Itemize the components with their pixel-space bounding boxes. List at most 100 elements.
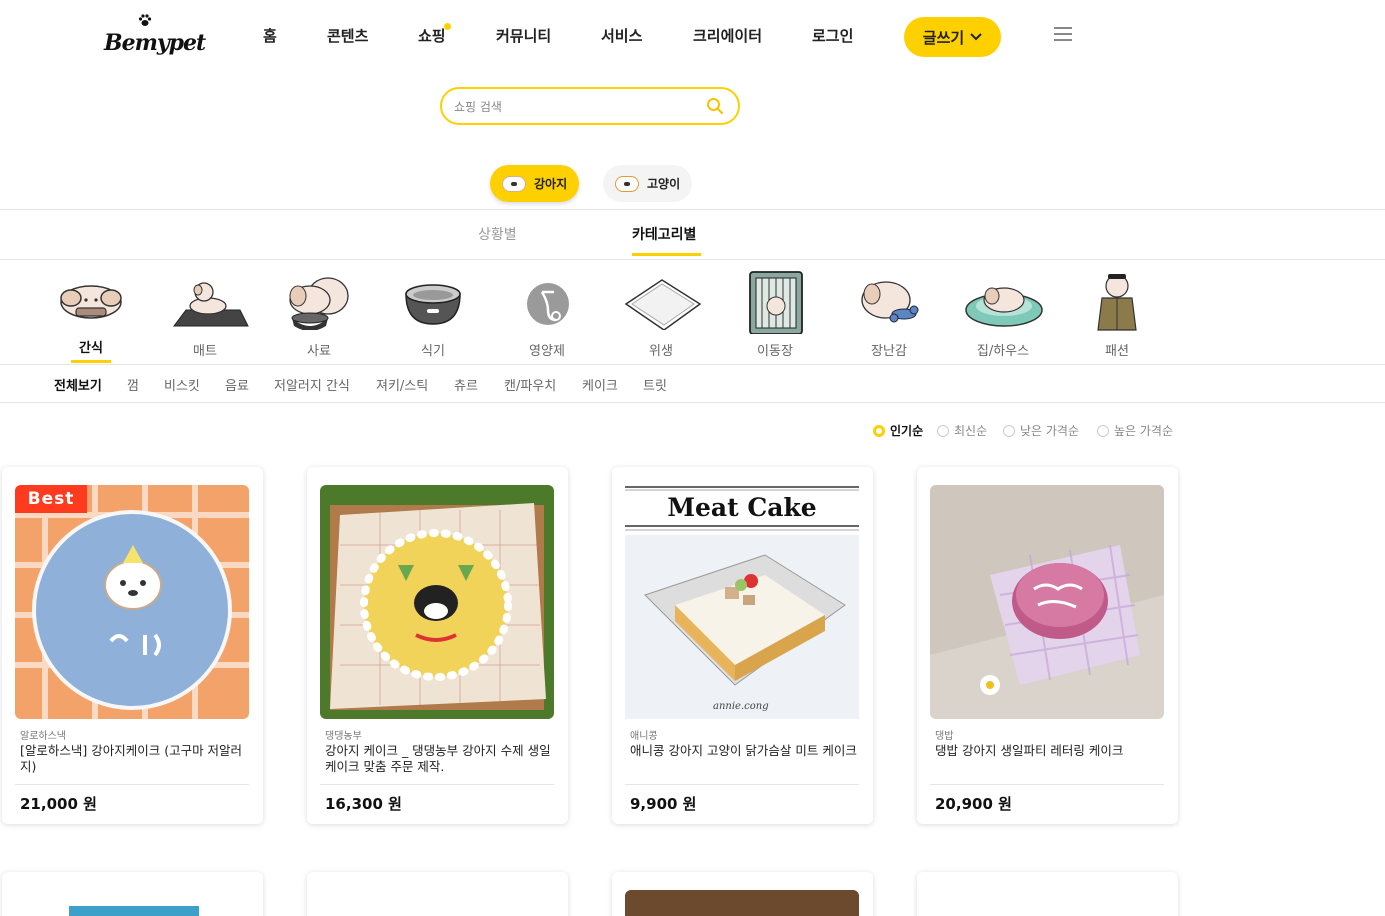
product-card[interactable]: 댕밥 댕밥 강아지 생일파티 레터링 케이크 20,900 원 (917, 467, 1178, 824)
product-card[interactable] (917, 872, 1178, 916)
category-label: 영양제 (529, 344, 565, 359)
category-label: 패션 (1105, 344, 1129, 359)
tab-by-situation[interactable]: 상황별 (478, 224, 517, 244)
image-caption: Meat Cake (667, 493, 817, 522)
category-label: 간식 (79, 341, 103, 356)
nav-service[interactable]: 서비스 (601, 25, 642, 46)
product-image (930, 485, 1164, 719)
category-house[interactable]: 집/하우스 (958, 270, 1048, 360)
subcategory-all[interactable]: 전체보기 (54, 375, 102, 394)
bowl-icon (405, 284, 461, 325)
divider (15, 784, 249, 785)
paw-icon (138, 14, 152, 26)
search-icon[interactable] (706, 97, 724, 115)
subcategory-low-allergy[interactable]: 저알러지 간식 (274, 375, 350, 394)
subcategory-drink[interactable]: 음료 (225, 375, 249, 394)
house-cushion-icon (965, 287, 1043, 327)
pet-type-cat-label: 고양이 (647, 177, 681, 191)
nav-shopping[interactable]: 쇼핑 (418, 23, 451, 46)
pee-pad-icon (624, 279, 702, 330)
product-title: 댕밥 강아지 생일파티 레터링 케이크 (935, 743, 1124, 758)
product-card[interactable] (307, 872, 568, 916)
divider (0, 209, 1385, 210)
food-bowl-dog-icon (289, 277, 349, 330)
nav-home[interactable]: 홈 (263, 25, 277, 46)
subcategory-gum[interactable]: 껌 (127, 375, 139, 394)
category-mat[interactable]: 매트 (160, 270, 250, 360)
subcategory-churu[interactable]: 츄르 (454, 375, 478, 394)
cat-face-icon (615, 175, 639, 192)
nav-login[interactable]: 로그인 (812, 25, 853, 46)
product-image (69, 906, 199, 916)
snack-dog-icon (60, 285, 122, 319)
category-bowl[interactable]: 식기 (388, 270, 478, 360)
category-supplement[interactable]: 영양제 (502, 270, 592, 360)
nav-creator[interactable]: 크리에이터 (693, 25, 762, 46)
radio-icon (937, 424, 949, 437)
hamburger-menu-icon[interactable] (1054, 27, 1072, 41)
subcategory-can-pouch[interactable]: 캔/파우치 (504, 375, 556, 394)
product-price: 16,300 원 (325, 795, 402, 813)
search-box (440, 87, 740, 125)
category-fashion[interactable]: 패션 (1072, 270, 1162, 360)
divider (0, 364, 1385, 365)
search-input[interactable] (454, 97, 694, 117)
image-signature: annie.cong (713, 701, 769, 712)
sort-label: 최신순 (954, 424, 988, 438)
sort-newest[interactable]: 최신순 (937, 422, 987, 439)
category-label: 장난감 (871, 344, 907, 359)
product-card[interactable] (612, 872, 873, 916)
active-tab-underline (632, 253, 701, 256)
pet-type-dog[interactable]: 강아지 (490, 165, 580, 202)
product-card[interactable]: Best 알로하스낵 [알로하스낵] 강아지케이크 (고구마 저알러지) 21,… (2, 467, 263, 824)
radio-icon (1003, 424, 1015, 437)
product-title: 강아지 케이크 _ 댕댕농부 강아지 수제 생일 케이크 맞춤 주문 제작. (325, 743, 551, 774)
radio-icon (873, 424, 885, 437)
new-dot (443, 23, 451, 30)
write-button-label: 글쓰기 (922, 28, 965, 47)
sort-label: 인기순 (890, 424, 924, 438)
product-card[interactable]: 댕댕농부 강아지 케이크 _ 댕댕농부 강아지 수제 생일 케이크 맞춤 주문 … (307, 467, 568, 824)
subcategory-cake[interactable]: 케이크 (582, 375, 618, 394)
subcategory-jerky[interactable]: 져키/스틱 (376, 375, 428, 394)
logo-text: Bemypet (104, 30, 206, 56)
category-hygiene[interactable]: 위생 (616, 270, 706, 360)
product-seller: 애니콩 (630, 731, 658, 742)
product-seller: 알로하스낵 (20, 731, 66, 742)
tab-by-category[interactable]: 카테고리별 (632, 224, 696, 244)
sort-popular[interactable]: 인기순 (873, 422, 923, 439)
category-carrier[interactable]: 이동장 (730, 270, 820, 360)
product-price: 9,900 원 (630, 795, 697, 813)
nav-community[interactable]: 커뮤니티 (496, 25, 551, 46)
fashion-icon (1097, 274, 1137, 331)
product-price: 21,000 원 (20, 795, 97, 813)
mat-icon (173, 282, 249, 327)
active-category-underline (71, 360, 111, 363)
category-label: 식기 (421, 344, 445, 359)
dog-face-icon (502, 175, 526, 192)
pet-type-dog-label: 강아지 (534, 177, 568, 191)
sort-low-price[interactable]: 낮은 가격순 (1003, 422, 1079, 439)
divider (320, 784, 554, 785)
category-label: 사료 (307, 344, 331, 359)
write-button[interactable]: 글쓰기 (904, 17, 1001, 57)
logo[interactable]: Bemypet (104, 14, 206, 64)
supplement-icon (527, 283, 569, 325)
nav-contents[interactable]: 콘텐츠 (327, 25, 368, 46)
product-card[interactable] (2, 872, 263, 916)
category-food[interactable]: 사료 (274, 270, 364, 360)
category-toy[interactable]: 장난감 (844, 270, 934, 360)
pet-type-cat[interactable]: 고양이 (603, 165, 693, 202)
category-snack[interactable]: 간식 (46, 270, 136, 360)
subcategory-biscuit[interactable]: 비스킷 (164, 375, 200, 394)
sort-label: 높은 가격순 (1114, 424, 1174, 438)
category-label: 이동장 (757, 344, 793, 359)
subcategory-treat[interactable]: 트릿 (643, 375, 667, 394)
product-image (625, 890, 859, 916)
divider (0, 402, 1385, 403)
product-card[interactable]: Meat Cake annie.cong 애니콩 애니콩 강아지 고양이 닭가슴… (612, 467, 873, 824)
toy-icon (861, 281, 919, 323)
product-image: Meat Cake annie.cong (625, 485, 859, 719)
sort-high-price[interactable]: 높은 가격순 (1097, 422, 1173, 439)
carrier-icon (749, 271, 803, 334)
